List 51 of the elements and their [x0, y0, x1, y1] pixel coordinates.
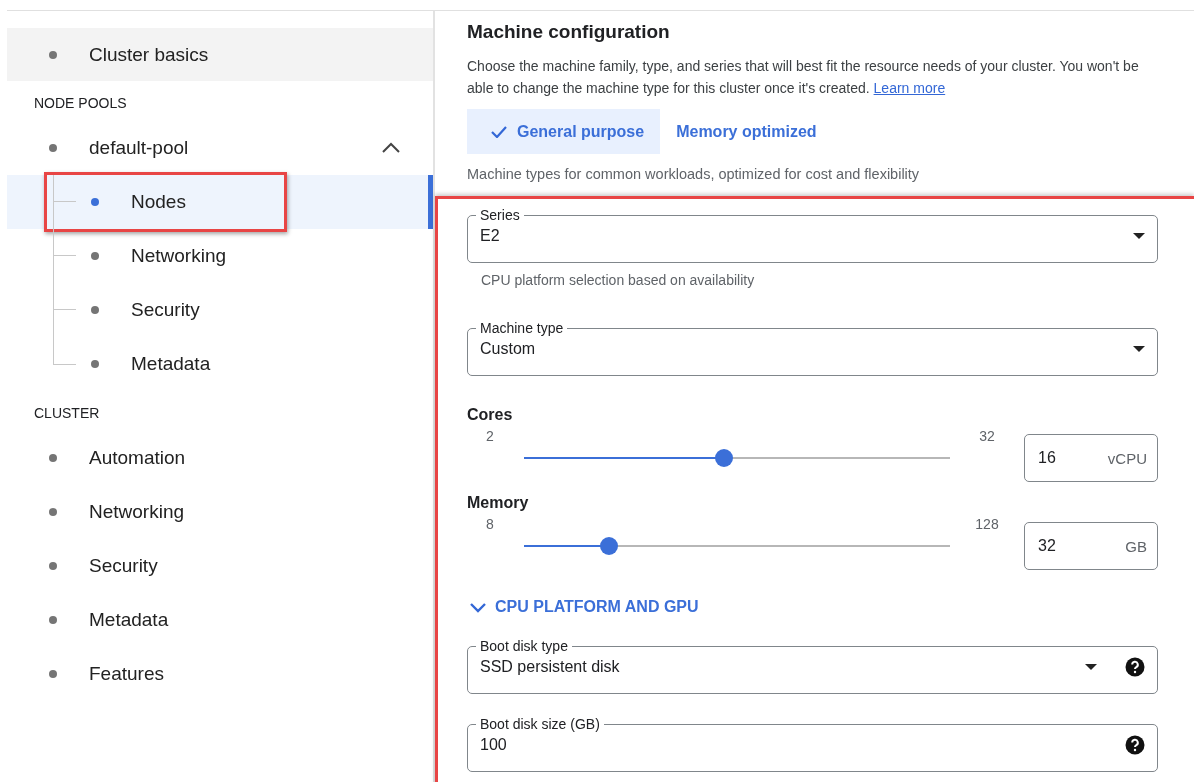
field-value: SSD persistent disk: [480, 657, 621, 676]
expander-button[interactable]: CPU PLATFORM AND GPU: [469, 598, 699, 616]
select-field[interactable]: Series E2: [467, 207, 1158, 263]
select-field[interactable]: Boot disk type SSD persistent disk: [467, 638, 1158, 694]
slider-thumb[interactable]: [600, 537, 619, 555]
family-tab[interactable]: Memory optimized: [660, 109, 833, 154]
max-label: 128: [974, 516, 1000, 532]
nav-item[interactable]: Nodes: [7, 175, 433, 229]
field-label: Series: [479, 207, 521, 223]
section-title: Machine configuration: [467, 21, 671, 43]
slider-label: Memory: [467, 494, 530, 512]
input-field[interactable]: Boot disk size (GB) 100: [467, 716, 1158, 772]
field-value: 100: [480, 735, 508, 754]
nav-item[interactable]: Security: [7, 539, 433, 593]
nav-item[interactable]: Networking: [7, 485, 433, 539]
nav-item[interactable]: Features: [7, 647, 433, 701]
caret-icon: [1133, 345, 1145, 352]
select-field[interactable]: Machine type Custom: [467, 320, 1158, 376]
number-field[interactable]: 16 vCPU: [1024, 434, 1158, 482]
nav-item[interactable]: Networking: [7, 229, 433, 283]
max-label: 32: [978, 428, 996, 444]
section-heading: NODE POOLS: [33, 94, 128, 113]
hint-text: Machine types for common workloads, optimized for cost and flexibility: [467, 166, 921, 182]
caret-icon: [1133, 232, 1145, 239]
nav-item[interactable]: Automation: [7, 431, 433, 485]
field-label: Machine type: [479, 320, 565, 336]
slider-label: Cores: [467, 406, 514, 424]
min-label: 2: [485, 428, 495, 444]
help-icon[interactable]: [1125, 656, 1145, 677]
family-tab[interactable]: General purpose: [467, 109, 661, 154]
learn-more-link[interactable]: Learn more: [873, 80, 946, 96]
helper-text: CPU platform selection based on availability: [481, 272, 756, 288]
nav-item[interactable]: Cluster basics: [7, 28, 433, 81]
help-icon[interactable]: [1125, 734, 1145, 755]
chevron-icon: [469, 601, 487, 613]
section-heading: CLUSTER: [33, 404, 101, 423]
description-text: Choose the machine family, type, and series that will best fit the resource needs of your cluster. You won't be able to change the machine type for this cluster once it's created. Learn more: [467, 57, 1140, 98]
field-label: Boot disk size (GB): [479, 716, 601, 732]
check-icon: [491, 125, 507, 138]
field-label: Boot disk type: [479, 638, 569, 654]
min-label: 8: [485, 516, 495, 532]
slider-thumb[interactable]: [715, 449, 734, 467]
chevron-icon[interactable]: [381, 142, 401, 154]
nav-item[interactable]: default-pool: [7, 121, 433, 175]
caret-icon: [1085, 663, 1097, 670]
number-field[interactable]: 32 GB: [1024, 522, 1158, 570]
field-value: Custom: [480, 339, 537, 358]
field-value: E2: [480, 226, 501, 245]
nav-item[interactable]: Metadata: [7, 337, 433, 391]
nav-item[interactable]: Metadata: [7, 593, 433, 647]
nav-item[interactable]: Security: [7, 283, 433, 337]
